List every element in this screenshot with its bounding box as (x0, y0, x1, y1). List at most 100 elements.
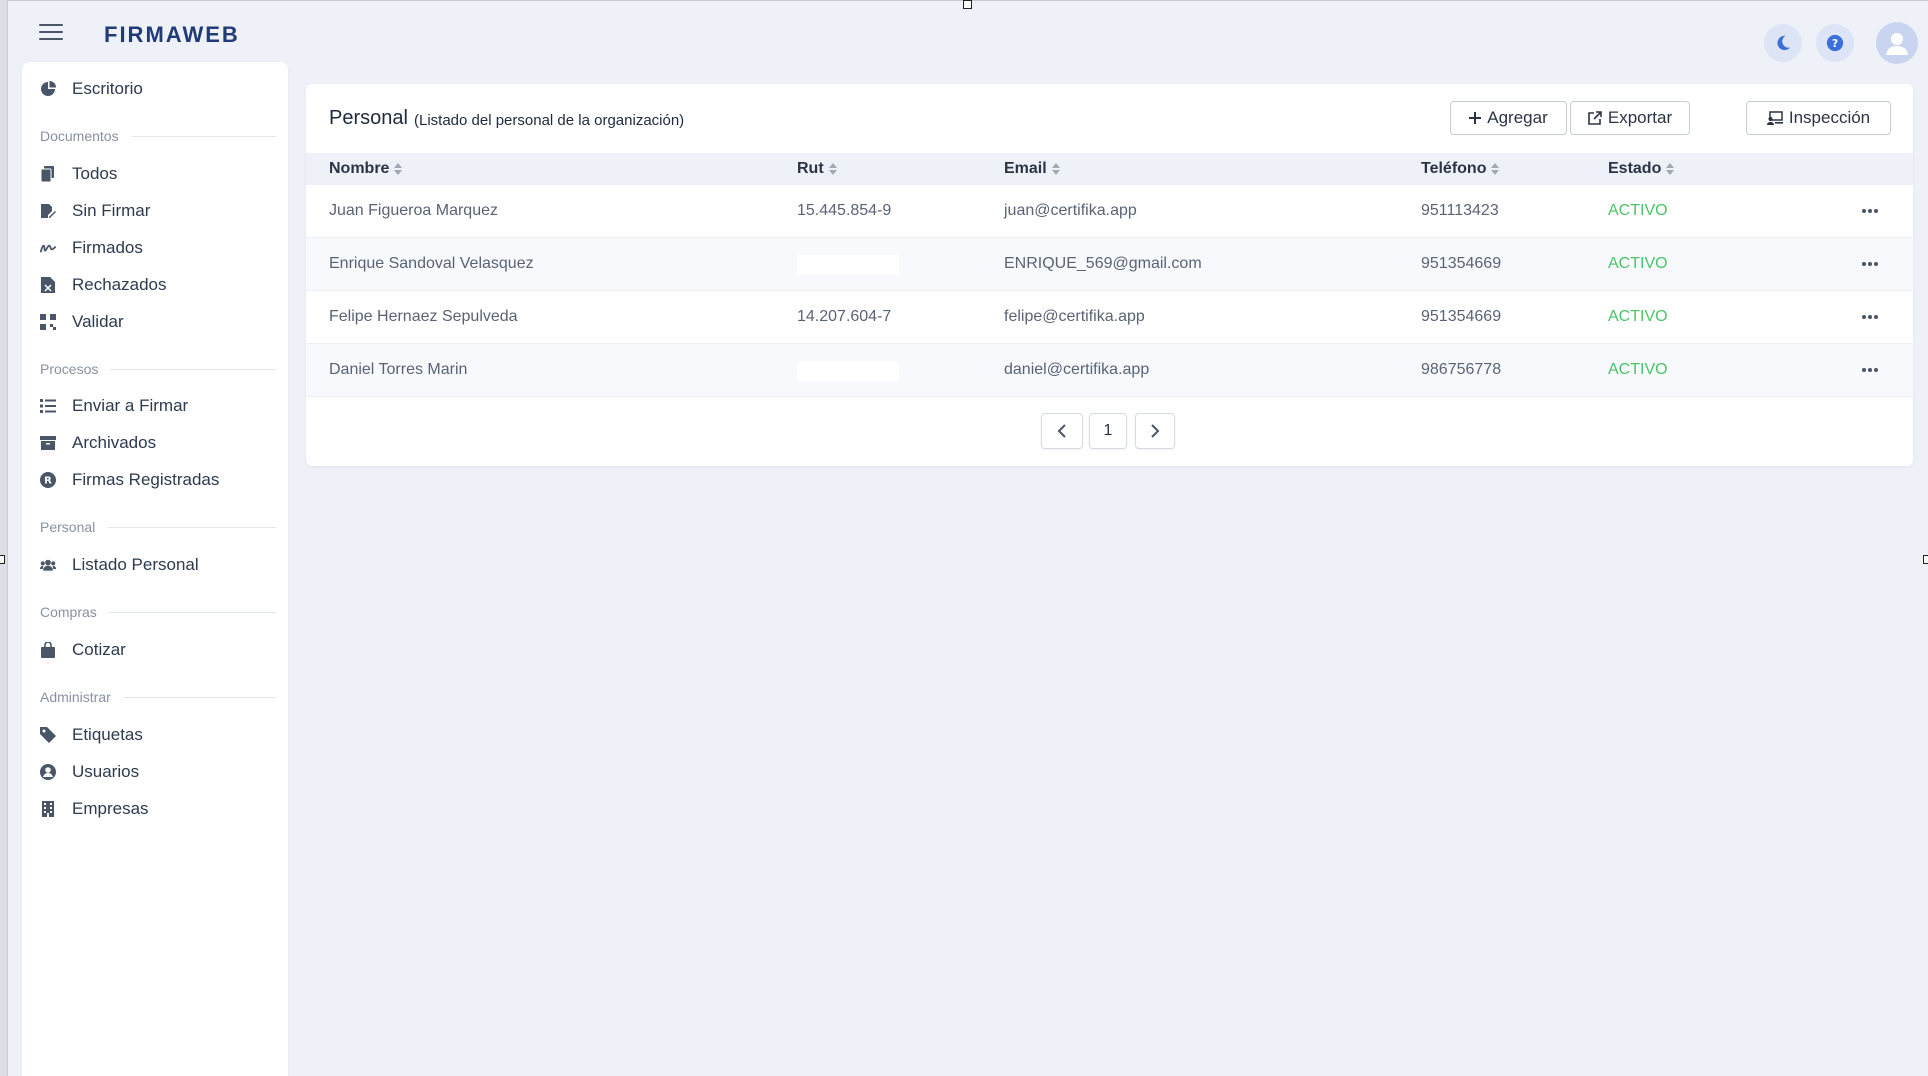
users-icon (40, 557, 56, 573)
help-icon[interactable]: ? (1816, 24, 1854, 62)
table-row[interactable]: Enrique Sandoval Velasquez ENRIQUE_569@g… (306, 238, 1913, 291)
sidebar-item-label: Etiquetas (72, 725, 143, 744)
column-header-nombre[interactable]: Nombre (329, 153, 403, 185)
cell-telefono: 951113423 (1421, 202, 1499, 219)
column-header-rut[interactable]: Rut (797, 153, 837, 185)
pagination-next-button[interactable] (1135, 413, 1175, 449)
sidebar-item-enviar-a-firmar[interactable]: Enviar a Firmar (22, 389, 288, 423)
sidebar-item-rechazados[interactable]: Rechazados (22, 268, 288, 302)
sidebar-item-label: Firmas Registradas (72, 470, 220, 489)
section-label: Administrar (40, 689, 111, 705)
cell-email: ENRIQUE_569@gmail.com (1004, 255, 1202, 272)
sort-icon (1051, 163, 1060, 175)
sidebar-item-empresas[interactable]: Empresas (22, 792, 288, 826)
file-signature-icon (40, 203, 56, 219)
sort-icon (828, 163, 837, 175)
more-options-icon[interactable] (1858, 238, 1882, 290)
window-edge (0, 0, 8, 1076)
add-button[interactable]: Agregar (1450, 101, 1567, 135)
external-link-icon (1588, 111, 1602, 125)
sidebar-item-label: Firmados (72, 238, 143, 257)
sidebar-item-firmas-registradas[interactable]: R Firmas Registradas (22, 463, 288, 497)
redacted-rut (797, 361, 899, 381)
export-button[interactable]: Exportar (1570, 101, 1690, 135)
status-badge: ACTIVO (1608, 202, 1668, 219)
cell-email: juan@certifika.app (1004, 202, 1137, 219)
sidebar-item-etiquetas[interactable]: Etiquetas (22, 718, 288, 752)
status-badge: ACTIVO (1608, 308, 1668, 325)
section-documentos: Documentos (40, 126, 276, 146)
personal-card: Personal (Listado del personal de la org… (306, 84, 1913, 466)
add-button-label: Agregar (1487, 108, 1548, 127)
cell-nombre: Enrique Sandoval Velasquez (329, 255, 534, 272)
chevron-left-icon (1057, 424, 1066, 438)
export-button-label: Exportar (1607, 108, 1673, 127)
cell-rut: 15.445.854-9 (797, 202, 892, 219)
redacted-rut (797, 255, 899, 275)
sidebar-item-firmados[interactable]: Firmados (22, 231, 288, 265)
registered-icon: R (40, 472, 56, 488)
sidebar-item-label: Validar (72, 312, 124, 331)
cell-telefono: 986756778 (1421, 361, 1502, 378)
plus-icon (1469, 112, 1482, 124)
column-header-telefono[interactable]: Teléfono (1421, 153, 1500, 185)
inspection-button[interactable]: Inspección (1746, 101, 1891, 135)
resize-handle-right[interactable] (1923, 555, 1928, 564)
sidebar-item-archivados[interactable]: Archivados (22, 426, 288, 460)
section-label: Compras (40, 604, 97, 620)
resize-handle-left[interactable] (0, 555, 5, 564)
sidebar-item-validar[interactable]: Validar (22, 305, 288, 339)
cell-telefono: 951354669 (1421, 255, 1502, 272)
sidebar-item-sin-firmar[interactable]: Sin Firmar (22, 194, 288, 228)
chevron-right-icon (1151, 424, 1160, 438)
sidebar-item-label: Cotizar (72, 640, 126, 659)
table-row[interactable]: Felipe Hernaez Sepulveda 14.207.604-7 fe… (306, 291, 1913, 344)
hamburger-menu-icon[interactable] (39, 24, 63, 44)
sidebar-item-usuarios[interactable]: Usuarios (22, 755, 288, 789)
svg-text:R: R (44, 476, 52, 487)
sidebar-item-cotizar[interactable]: Cotizar (22, 633, 288, 667)
building-icon (40, 801, 56, 817)
cell-email: felipe@certifika.app (1004, 308, 1145, 325)
table-header: Nombre Rut Email Teléfono Estado (306, 153, 1913, 185)
section-label: Personal (40, 519, 96, 535)
column-header-email[interactable]: Email (1004, 153, 1060, 185)
sidebar-item-label: Archivados (72, 433, 157, 452)
app-logo[interactable]: FIRMAWEB (104, 22, 240, 48)
column-header-estado[interactable]: Estado (1608, 153, 1675, 185)
pagination-page-button[interactable]: 1 (1089, 413, 1127, 449)
user-avatar-icon[interactable] (1876, 22, 1918, 64)
sidebar-item-label: Rechazados (72, 275, 167, 294)
sidebar-item-label: Enviar a Firmar (72, 396, 189, 415)
sidebar-item-escritorio[interactable]: Escritorio (22, 72, 288, 106)
section-compras: Compras (40, 602, 276, 622)
cell-email: daniel@certifika.app (1004, 361, 1150, 378)
signature-icon (40, 240, 56, 256)
user-circle-icon (40, 764, 56, 780)
cell-nombre: Daniel Torres Marin (329, 361, 468, 378)
cell-telefono: 951354669 (1421, 308, 1502, 325)
sort-icon (1666, 163, 1675, 175)
moon-icon[interactable] (1764, 24, 1802, 62)
inspection-button-label: Inspección (1788, 108, 1871, 127)
more-options-icon[interactable] (1858, 344, 1882, 396)
section-label: Documentos (40, 128, 119, 144)
more-options-icon[interactable] (1858, 185, 1882, 237)
sidebar-item-listado-personal[interactable]: Listado Personal (22, 548, 288, 582)
sidebar-item-label: Todos (72, 164, 118, 183)
column-header-label: Teléfono (1421, 160, 1487, 177)
table-row[interactable]: Daniel Torres Marin daniel@certifika.app… (306, 344, 1913, 397)
svg-text:?: ? (1832, 37, 1838, 50)
table-row[interactable]: Juan Figueroa Marquez 15.445.854-9 juan@… (306, 185, 1913, 238)
sidebar-item-label: Listado Personal (72, 555, 199, 574)
qrcode-icon (40, 314, 56, 330)
laptop-user-icon (1766, 111, 1783, 125)
shopping-bag-icon (40, 642, 56, 658)
sidebar-item-label: Sin Firmar (72, 201, 151, 220)
sidebar-item-todos[interactable]: Todos (22, 157, 288, 191)
pagination-prev-button[interactable] (1041, 413, 1083, 449)
top-bar: FIRMAWEB ? (8, 0, 1928, 64)
pie-chart-icon (40, 81, 56, 97)
more-options-icon[interactable] (1858, 291, 1882, 343)
resize-handle-top[interactable] (963, 0, 972, 9)
